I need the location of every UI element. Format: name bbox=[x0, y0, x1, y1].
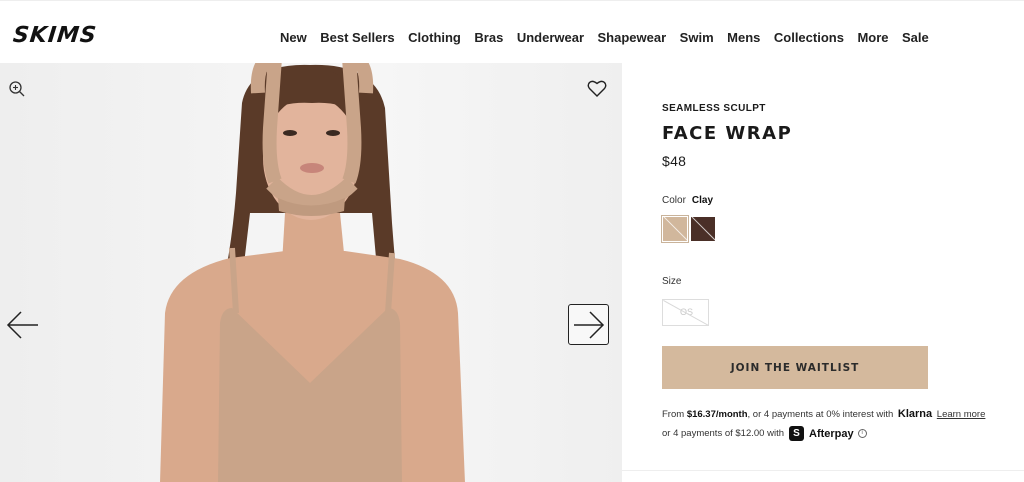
arrow-right-icon bbox=[574, 311, 605, 339]
main-nav: New Best Sellers Clothing Bras Underwear… bbox=[280, 30, 942, 45]
next-image-button[interactable] bbox=[568, 304, 609, 345]
afterpay-text: or 4 payments of $12.00 with bbox=[662, 428, 784, 439]
klarna-prefix: From bbox=[662, 409, 687, 420]
product-photo bbox=[160, 63, 465, 482]
klarna-learn-more-link[interactable]: Learn more bbox=[937, 409, 986, 420]
afterpay-message: or 4 payments of $12.00 with S Afterpay … bbox=[662, 426, 867, 441]
nav-new[interactable]: New bbox=[280, 30, 307, 45]
klarna-middle: , or 4 payments at 0% interest with bbox=[747, 409, 896, 420]
klarna-message: From $16.37/month, or 4 payments at 0% i… bbox=[662, 408, 985, 420]
nav-best-sellers[interactable]: Best Sellers bbox=[320, 30, 394, 45]
product-collection: SEAMLESS SCULPT bbox=[662, 103, 766, 114]
nav-bras[interactable]: Bras bbox=[474, 30, 503, 45]
divider bbox=[622, 470, 1024, 471]
info-icon[interactable]: i bbox=[857, 429, 867, 438]
color-swatch-clay[interactable] bbox=[661, 215, 689, 243]
product-title: FACE WRAP bbox=[662, 123, 793, 144]
nav-sale[interactable]: Sale bbox=[902, 30, 929, 45]
product-image-gallery[interactable] bbox=[0, 63, 622, 482]
afterpay-logo: Afterpay bbox=[809, 427, 854, 440]
nav-clothing[interactable]: Clothing bbox=[408, 30, 461, 45]
join-waitlist-button[interactable]: JOIN THE WAITLIST bbox=[662, 346, 928, 389]
nav-underwear[interactable]: Underwear bbox=[517, 30, 584, 45]
nav-collections[interactable]: Collections bbox=[774, 30, 844, 45]
klarna-logo: Klarna bbox=[897, 408, 933, 420]
nav-shapewear[interactable]: Shapewear bbox=[598, 30, 667, 45]
product-price: $48 bbox=[662, 153, 687, 169]
nav-mens[interactable]: Mens bbox=[727, 30, 760, 45]
color-label-row: Color Clay bbox=[662, 195, 713, 206]
brand-logo[interactable]: SKIMS bbox=[12, 23, 98, 48]
nav-more[interactable]: More bbox=[857, 30, 888, 45]
afterpay-badge-icon: S bbox=[789, 426, 804, 441]
color-label: Color bbox=[662, 195, 686, 206]
klarna-amount: $16.37/month bbox=[686, 409, 748, 420]
heart-icon[interactable] bbox=[587, 79, 607, 98]
size-label: Size bbox=[662, 276, 682, 287]
size-option-os[interactable]: OS bbox=[662, 299, 709, 326]
selected-color: Clay bbox=[691, 195, 714, 206]
zoom-in-icon[interactable] bbox=[8, 80, 26, 98]
nav-swim[interactable]: Swim bbox=[680, 30, 714, 45]
arrow-left-icon[interactable] bbox=[6, 310, 40, 340]
color-swatch-cocoa[interactable] bbox=[691, 217, 715, 241]
site-header: SKIMS New Best Sellers Clothing Bras Und… bbox=[0, 0, 1024, 63]
